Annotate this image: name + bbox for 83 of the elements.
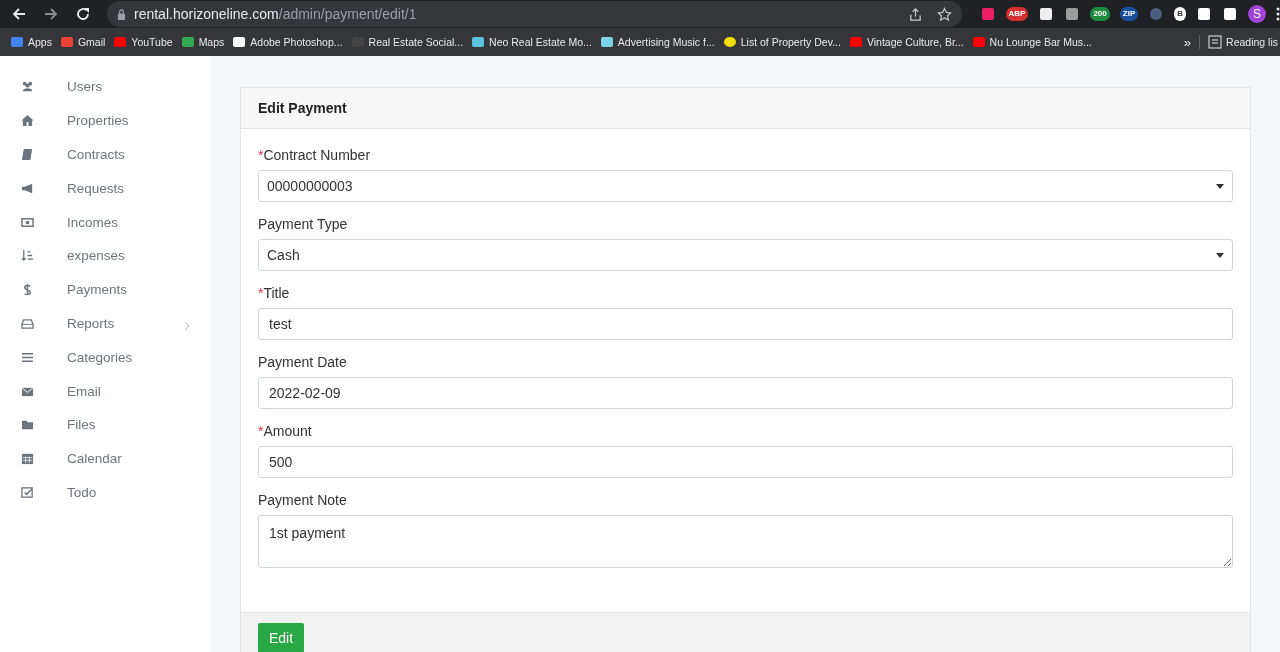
field-label: *Title [258, 285, 290, 301]
home-icon [21, 114, 34, 128]
field-label: *Contract Number [258, 147, 371, 163]
dollar-icon [21, 283, 34, 297]
book-icon [21, 148, 34, 161]
sidebar-item[interactable]: Contracts [0, 137, 211, 172]
select-field[interactable]: 00000000003 [258, 170, 1233, 202]
favicon-icon [180, 35, 195, 49]
bookmark-link[interactable]: Advertising Music f... [599, 35, 715, 49]
sidebar-item[interactable]: Payments [0, 272, 211, 307]
list-icon [1208, 35, 1223, 49]
field-label: Payment Note [258, 492, 347, 508]
favicon-icon [722, 35, 737, 49]
check-icon [21, 485, 34, 499]
reading-list-button[interactable]: Reading lis [1199, 35, 1278, 49]
caret-icon [1216, 252, 1224, 258]
extension-icon[interactable]: B [1174, 7, 1186, 21]
sidebar-item[interactable]: Calendar [0, 441, 211, 476]
sidebar-item[interactable]: Files [0, 407, 211, 442]
sidebar-item[interactable]: Todo [0, 475, 211, 510]
bookmark-link[interactable]: Maps [180, 35, 225, 49]
bookmark-link[interactable]: List of Property Dev... [722, 35, 841, 49]
money-icon [21, 215, 34, 229]
input-field[interactable]: 2022-02-09 [258, 377, 1233, 409]
mail-icon [21, 384, 34, 398]
folder-icon [21, 418, 34, 432]
favicon-icon [471, 35, 486, 49]
input-field[interactable]: 500 [258, 446, 1233, 478]
bullhorn-icon [21, 181, 34, 195]
bookmark-link[interactable]: Adobe Photoshop... [232, 35, 343, 49]
extension-icon[interactable]: ZIP [1119, 7, 1139, 21]
bars-icon [21, 350, 34, 364]
bookmark-link[interactable]: Nu Lounge Bar Mus... [971, 35, 1092, 49]
address-bar[interactable]: rental.horizoneline.com/admin/payment/edit/1 [107, 1, 962, 27]
sort-icon [21, 249, 34, 263]
sidebar-item[interactable]: Users [0, 70, 211, 104]
bookmark-link[interactable]: YouTube [113, 35, 173, 49]
drive-icon [21, 316, 34, 330]
bookmark-link[interactable]: Apps [10, 35, 52, 49]
sidebar-item[interactable]: Requests [0, 171, 211, 206]
extension-icon[interactable] [1222, 6, 1238, 22]
more-icon[interactable] [1276, 6, 1280, 22]
favicon-icon [971, 35, 986, 49]
favicon-icon [232, 35, 247, 49]
favicon-icon [848, 35, 863, 49]
favicon-icon [10, 35, 24, 49]
chevron-right-icon [184, 320, 190, 331]
bookmarks-overflow-button[interactable]: » [1183, 34, 1192, 50]
favicon-icon [59, 35, 74, 49]
card-title: Edit Payment [258, 100, 347, 116]
sidebar-item[interactable]: Categories [0, 340, 211, 375]
select-field[interactable]: Cash [258, 239, 1233, 271]
field-label: Payment Date [258, 354, 347, 370]
favicon-icon [599, 35, 614, 49]
sidebar-item[interactable]: Reports [0, 306, 211, 341]
bookmark-link[interactable]: Gmail [59, 35, 106, 49]
url-text: rental.horizoneline.com/admin/payment/edit/1 [134, 6, 418, 22]
extension-icon[interactable]: 200 [1090, 7, 1110, 21]
star-icon[interactable] [936, 6, 952, 22]
back-icon[interactable] [11, 6, 27, 22]
reload-icon[interactable] [75, 6, 91, 22]
lock-icon [117, 8, 126, 20]
calendar-icon [21, 452, 34, 466]
caret-icon [1216, 183, 1224, 189]
sidebar-item[interactable]: Incomes [0, 205, 211, 239]
sidebar-item[interactable]: Properties [0, 103, 211, 138]
forward-icon[interactable] [43, 6, 59, 22]
field-label: Payment Type [258, 216, 348, 232]
extension-icon[interactable] [1196, 6, 1212, 22]
sidebar-item[interactable]: Email [0, 374, 211, 408]
bookmark-link[interactable]: Neo Real Estate Mo... [471, 35, 592, 49]
text-area[interactable]: 1st payment [258, 515, 1233, 568]
bookmark-link[interactable]: Real Estate Social... [350, 35, 464, 49]
field-label: *Amount [258, 423, 312, 439]
bookmark-link[interactable]: Vintage Culture, Br... [848, 35, 964, 49]
favicon-icon [113, 35, 128, 49]
sidebar-item[interactable]: expenses [0, 239, 211, 273]
input-field[interactable]: test [258, 308, 1233, 340]
profile-avatar[interactable]: S [1248, 5, 1266, 23]
extension-icon[interactable]: ABP [1005, 7, 1029, 21]
share-icon[interactable] [907, 6, 923, 22]
extension-icon[interactable] [1038, 6, 1055, 22]
extension-icon[interactable] [1064, 6, 1081, 22]
